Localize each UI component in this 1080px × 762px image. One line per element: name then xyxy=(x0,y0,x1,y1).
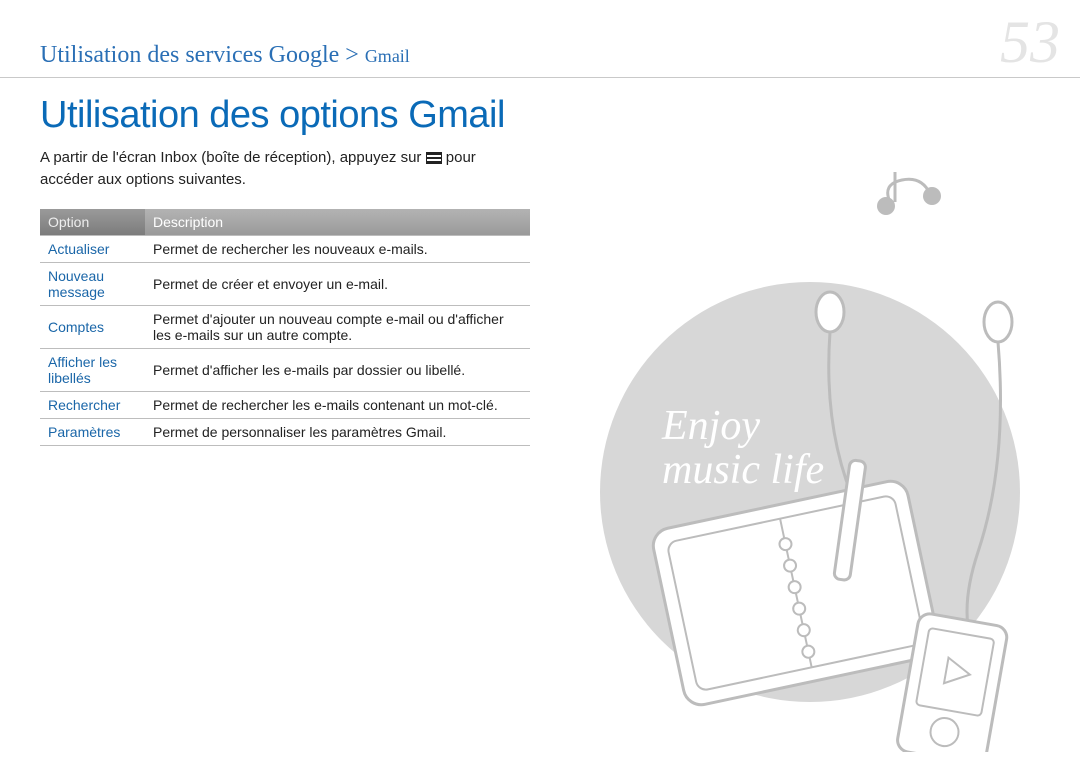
table-row: Paramètres Permet de personnaliser les p… xyxy=(40,418,530,445)
option-name: Paramètres xyxy=(40,418,145,445)
illustration-tagline: Enjoy music life xyxy=(662,404,824,492)
options-table-header-option: Option xyxy=(40,209,145,236)
table-row: Comptes Permet d'ajouter un nouveau comp… xyxy=(40,305,530,348)
options-table: Option Description Actualiser Permet de … xyxy=(40,209,530,446)
page-number: 53 xyxy=(1000,18,1060,66)
main-content: Utilisation des options Gmail A partir d… xyxy=(0,78,560,462)
option-name: Afficher les libellés xyxy=(40,348,145,391)
intro-text: A partir de l'écran Inbox (boîte de réce… xyxy=(40,147,520,191)
table-row: Rechercher Permet de rechercher les e-ma… xyxy=(40,391,530,418)
tagline-line2: music life xyxy=(662,448,824,492)
option-description: Permet d'afficher les e-mails par dossie… xyxy=(145,348,530,391)
options-table-header-description: Description xyxy=(145,209,530,236)
breadcrumb-main: Utilisation des services Google > xyxy=(40,42,365,68)
menu-icon xyxy=(426,152,442,164)
option-description: Permet de rechercher les e-mails contena… xyxy=(145,391,530,418)
table-row: Actualiser Permet de rechercher les nouv… xyxy=(40,235,530,262)
decorative-illustration: Enjoy music life xyxy=(580,172,1060,752)
option-description: Permet de rechercher les nouveaux e-mail… xyxy=(145,235,530,262)
breadcrumb: Utilisation des services Google > Gmail xyxy=(40,42,410,69)
section-title: Utilisation des options Gmail xyxy=(40,94,520,137)
page-header: Utilisation des services Google > Gmail … xyxy=(0,0,1080,78)
option-description: Permet de personnaliser les paramètres G… xyxy=(145,418,530,445)
option-name: Actualiser xyxy=(40,235,145,262)
breadcrumb-sub: Gmail xyxy=(365,46,410,66)
option-name: Comptes xyxy=(40,305,145,348)
option-description: Permet d'ajouter un nouveau compte e-mai… xyxy=(145,305,530,348)
intro-before: A partir de l'écran Inbox (boîte de réce… xyxy=(40,149,426,166)
option-name: Rechercher xyxy=(40,391,145,418)
table-row: Nouveau message Permet de créer et envoy… xyxy=(40,262,530,305)
table-row: Afficher les libellés Permet d'afficher … xyxy=(40,348,530,391)
option-description: Permet de créer et envoyer un e-mail. xyxy=(145,262,530,305)
tagline-line1: Enjoy xyxy=(662,404,824,448)
option-name: Nouveau message xyxy=(40,262,145,305)
